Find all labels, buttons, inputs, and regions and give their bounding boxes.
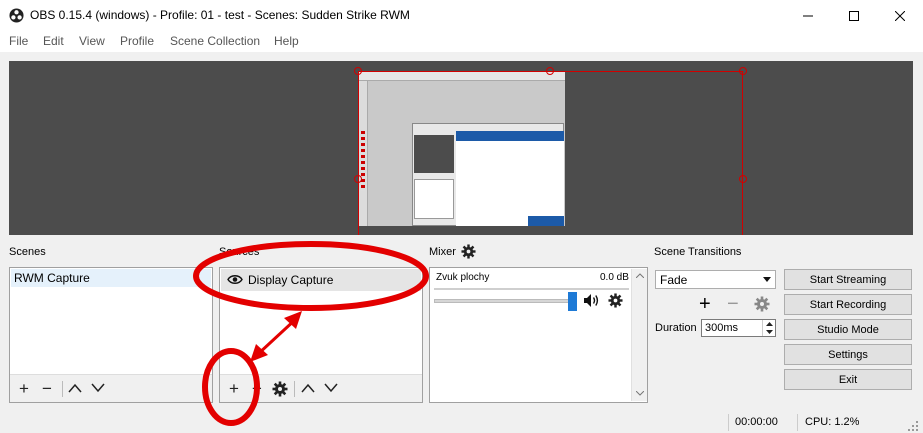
mixer-scrollbar[interactable] xyxy=(631,269,647,401)
volume-slider-track[interactable] xyxy=(434,299,574,303)
transition-select-value: Fade xyxy=(660,273,688,287)
audio-meter xyxy=(434,288,629,290)
start-recording-button[interactable]: Start Recording xyxy=(784,294,912,315)
mixer-channel-level: 0.0 dB xyxy=(600,272,629,283)
close-button[interactable] xyxy=(877,0,923,31)
resize-handle-left[interactable] xyxy=(354,175,362,183)
scenes-toolbar: + − xyxy=(10,374,212,402)
add-transition-button[interactable]: + xyxy=(699,294,711,314)
mixer-channel-gear-icon[interactable] xyxy=(608,293,623,308)
chevron-down-icon xyxy=(763,277,771,282)
start-streaming-button[interactable]: Start Streaming xyxy=(784,269,912,290)
duration-spinbox[interactable]: 300ms xyxy=(701,319,776,337)
mixer-channel-name: Zvuk plochy xyxy=(436,272,490,283)
mixer-panel: Zvuk plochy 0.0 dB xyxy=(429,267,648,403)
preview-canvas[interactable] xyxy=(9,61,913,235)
menu-help[interactable]: Help xyxy=(274,34,299,48)
add-source-button[interactable]: + xyxy=(225,380,243,397)
status-divider xyxy=(728,414,729,431)
status-divider xyxy=(797,414,798,431)
menu-view[interactable]: View xyxy=(79,34,105,48)
sources-panel: Display Capture + − xyxy=(219,267,423,403)
studio-mode-button[interactable]: Studio Mode xyxy=(784,319,912,340)
mixer-title: Mixer xyxy=(429,246,456,258)
resize-handle-top[interactable] xyxy=(546,67,554,75)
exit-button[interactable]: Exit xyxy=(784,369,912,390)
scene-transitions-title: Scene Transitions xyxy=(654,246,742,258)
gear-icon[interactable] xyxy=(272,381,288,397)
maximize-button[interactable] xyxy=(831,0,877,31)
scenes-title: Scenes xyxy=(9,246,46,258)
eye-icon[interactable] xyxy=(227,274,243,285)
scene-item-label: RWM Capture xyxy=(14,271,90,285)
title-bar: OBS 0.15.4 (windows) - Profile: 01 - tes… xyxy=(0,0,923,31)
scene-list-item[interactable]: RWM Capture xyxy=(11,269,211,287)
status-bar: 00:00:00 CPU: 1.2% xyxy=(0,412,923,433)
decrement-icon[interactable] xyxy=(766,330,773,334)
menu-bar: File Edit View Profile Scene Collection … xyxy=(0,31,923,52)
status-time: 00:00:00 xyxy=(735,416,778,428)
menu-scene-collection[interactable]: Scene Collection xyxy=(170,34,260,48)
maximize-icon xyxy=(849,10,859,21)
menu-file[interactable]: File xyxy=(9,34,28,48)
resize-grip-icon[interactable] xyxy=(907,420,919,432)
move-source-up-icon[interactable] xyxy=(301,383,315,393)
transition-gear-icon[interactable] xyxy=(754,296,770,312)
transition-select[interactable]: Fade xyxy=(655,270,776,289)
source-item-label: Display Capture xyxy=(248,273,334,287)
toolbar-divider xyxy=(294,381,295,397)
remove-transition-button[interactable]: − xyxy=(727,294,739,314)
source-bounding-box[interactable] xyxy=(358,71,743,235)
remove-source-button[interactable]: − xyxy=(248,380,266,397)
settings-button[interactable]: Settings xyxy=(784,344,912,365)
duration-value: 300ms xyxy=(705,322,739,334)
window-title: OBS 0.15.4 (windows) - Profile: 01 - tes… xyxy=(30,8,410,22)
move-source-down-icon[interactable] xyxy=(324,383,338,393)
increment-icon[interactable] xyxy=(766,322,773,326)
resize-handle-top-right[interactable] xyxy=(739,67,747,75)
close-icon xyxy=(895,10,905,21)
source-list-item[interactable]: Display Capture xyxy=(221,269,421,291)
menu-edit[interactable]: Edit xyxy=(43,34,64,48)
speaker-icon[interactable] xyxy=(583,293,600,308)
volume-slider-handle[interactable] xyxy=(568,292,577,311)
move-scene-down-icon[interactable] xyxy=(91,383,105,393)
menu-profile[interactable]: Profile xyxy=(120,34,154,48)
minimize-icon xyxy=(803,15,813,16)
move-scene-up-icon[interactable] xyxy=(68,383,82,393)
obs-logo-icon xyxy=(9,8,24,23)
remove-scene-button[interactable]: − xyxy=(38,380,56,397)
duration-stepper[interactable] xyxy=(762,320,775,336)
duration-label: Duration xyxy=(655,322,697,334)
scenes-panel: RWM Capture + − xyxy=(9,267,213,403)
add-scene-button[interactable]: + xyxy=(15,380,33,397)
scroll-up-icon[interactable] xyxy=(636,273,644,278)
sources-title: Sources xyxy=(219,246,260,258)
sources-toolbar: + − xyxy=(220,374,422,402)
scroll-down-icon[interactable] xyxy=(636,391,644,396)
toolbar-divider xyxy=(62,381,63,397)
minimize-button[interactable] xyxy=(785,0,831,31)
mixer-gear-icon[interactable] xyxy=(461,244,476,259)
resize-handle-top-left[interactable] xyxy=(354,67,362,75)
status-cpu: CPU: 1.2% xyxy=(805,416,860,428)
resize-handle-right[interactable] xyxy=(739,175,747,183)
